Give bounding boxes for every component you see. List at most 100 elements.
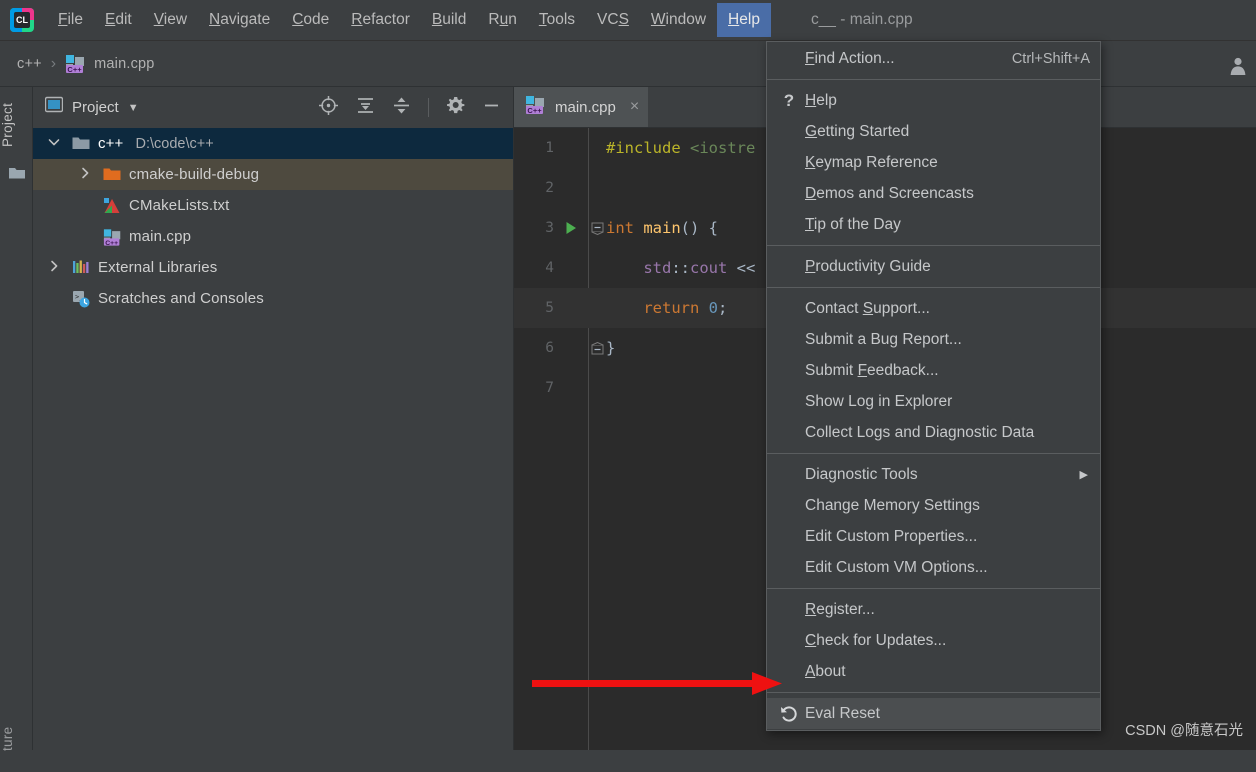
- code-token: }: [606, 339, 616, 357]
- project-view-icon: [44, 96, 64, 119]
- fold-collapse-icon[interactable]: [588, 222, 606, 235]
- menu-item-label: Change Memory Settings: [805, 496, 980, 514]
- menu-bar-item-code[interactable]: Code: [281, 3, 340, 38]
- tree-twisty-empty: [47, 290, 64, 307]
- scratches-icon: >_: [72, 290, 90, 308]
- tree-node-label: External Libraries: [98, 259, 218, 276]
- menu-bar-item-window[interactable]: Window: [640, 3, 717, 38]
- code-text: return 0;: [606, 299, 727, 317]
- menu-item-keymap-reference[interactable]: Keymap Reference: [767, 147, 1100, 178]
- menu-separator: [767, 453, 1100, 454]
- menu-item-label: Show Log in Explorer: [805, 392, 953, 410]
- code-token: 0: [708, 299, 718, 317]
- menu-item-label: Eval Reset: [805, 704, 880, 722]
- menu-bar-item-help[interactable]: Help: [717, 2, 771, 38]
- menu-item-change-memory-settings[interactable]: Change Memory Settings: [767, 490, 1100, 521]
- menu-item-getting-started[interactable]: Getting Started: [767, 116, 1100, 147]
- code-text: }: [606, 339, 615, 357]
- tool-window-button-project[interactable]: Project: [0, 95, 33, 155]
- tree-row[interactable]: c++ D:\code\c++: [33, 128, 513, 159]
- breadcrumb-separator-icon: ›: [50, 54, 57, 72]
- code-token: #include: [606, 139, 690, 157]
- menu-item-label: Getting Started: [805, 122, 910, 140]
- menu-item-submit-feedback[interactable]: Submit Feedback...: [767, 355, 1100, 386]
- menu-item-contact-support[interactable]: Contact Support...: [767, 293, 1100, 324]
- code-token: <iostre: [690, 139, 756, 157]
- line-number: 7: [545, 380, 554, 396]
- run-icon[interactable]: [554, 220, 588, 236]
- close-icon[interactable]: ×: [630, 98, 639, 116]
- toolbar-divider: [428, 98, 429, 117]
- menu-item-productivity-guide[interactable]: Productivity Guide: [767, 251, 1100, 282]
- project-panel-toolbar: [318, 95, 513, 121]
- menu-item-label: Register...: [805, 600, 875, 618]
- code-text: int main() {: [606, 219, 718, 237]
- editor-tab-label: main.cpp: [555, 98, 616, 116]
- tree-node-label: CMakeLists.txt: [129, 197, 230, 214]
- code-token: ::: [671, 259, 690, 277]
- menu-item-register[interactable]: Register...: [767, 594, 1100, 625]
- tool-window-button-structure[interactable]: ture: [0, 706, 33, 772]
- collapse-all-icon[interactable]: [392, 96, 411, 120]
- menu-bar-item-build[interactable]: Build: [421, 3, 477, 38]
- folder-icon[interactable]: [8, 165, 26, 185]
- project-panel-title: Project: [72, 99, 119, 116]
- menu-bar-item-file[interactable]: File: [47, 3, 94, 38]
- menu-bar-item-refactor[interactable]: Refactor: [340, 3, 421, 38]
- question-icon: ?: [783, 90, 795, 110]
- tree-node-path: D:\code\c++: [135, 135, 214, 152]
- menu-bar-item-navigate[interactable]: Navigate: [198, 3, 281, 38]
- user-avatar-icon[interactable]: [1228, 55, 1248, 80]
- tree-row[interactable]: C++ main.cpp: [33, 221, 513, 252]
- menu-item-check-for-updates[interactable]: Check for Updates...: [767, 625, 1100, 656]
- locate-icon[interactable]: [318, 95, 339, 121]
- chevron-down-icon[interactable]: ▼: [128, 102, 139, 114]
- menu-bar-item-tools[interactable]: Tools: [528, 3, 586, 38]
- expand-all-icon[interactable]: [356, 96, 375, 120]
- menu-bar-item-run[interactable]: Run: [477, 3, 527, 38]
- tree-twisty-empty: [78, 197, 95, 214]
- menu-item-find-action[interactable]: Find Action... Ctrl+Shift+A: [767, 43, 1100, 74]
- menu-item-edit-custom-properties[interactable]: Edit Custom Properties...: [767, 521, 1100, 552]
- tree-row[interactable]: >_ Scratches and Consoles: [33, 283, 513, 314]
- chevron-down-icon[interactable]: [47, 135, 64, 152]
- clion-logo-icon: CL: [9, 7, 35, 33]
- menu-item-submit-a-bug-report[interactable]: Submit a Bug Report...: [767, 324, 1100, 355]
- menu-item-about[interactable]: About: [767, 656, 1100, 687]
- code-text: #include <iostre: [606, 139, 755, 157]
- editor-tab-main-cpp[interactable]: C++ main.cpp ×: [514, 87, 649, 127]
- line-number: 1: [545, 140, 554, 156]
- menu-item-help[interactable]: ? Help: [767, 85, 1100, 116]
- menu-item-show-log-in-explorer[interactable]: Show Log in Explorer: [767, 386, 1100, 417]
- clion-window: CL File Edit View Navigate Code Refactor Build…: [0, 0, 1256, 751]
- tree-row[interactable]: CMakeLists.txt: [33, 190, 513, 221]
- menu-bar-item-edit[interactable]: Edit: [94, 3, 143, 38]
- gear-icon[interactable]: [446, 96, 465, 120]
- code-token: ;: [718, 299, 728, 317]
- menu-item-tip-of-the-day[interactable]: Tip of the Day: [767, 209, 1100, 240]
- menu-item-eval-reset[interactable]: Eval Reset: [767, 698, 1100, 729]
- code-token: int: [606, 219, 644, 237]
- breadcrumb-file[interactable]: main.cpp: [94, 56, 154, 72]
- code-token: return: [643, 299, 709, 317]
- menu-item-demos-and-screencasts[interactable]: Demos and Screencasts: [767, 178, 1100, 209]
- code-token: <<: [727, 259, 756, 277]
- tree-node-label: Scratches and Consoles: [98, 290, 264, 307]
- svg-text:C++: C++: [105, 239, 118, 246]
- menu-item-diagnostic-tools[interactable]: Diagnostic Tools ▶: [767, 459, 1100, 490]
- tree-row[interactable]: cmake-build-debug: [33, 159, 513, 190]
- chevron-right-icon[interactable]: [47, 259, 64, 276]
- fold-end-icon[interactable]: [588, 341, 606, 355]
- chevron-right-icon[interactable]: [78, 166, 95, 183]
- menu-item-collect-logs-and-diagnostic-data[interactable]: Collect Logs and Diagnostic Data: [767, 417, 1100, 448]
- menu-bar-item-view[interactable]: View: [143, 3, 198, 38]
- tree-row[interactable]: External Libraries: [33, 252, 513, 283]
- menu-item-label: Collect Logs and Diagnostic Data: [805, 423, 1035, 441]
- menu-item-edit-custom-vm-options[interactable]: Edit Custom VM Options...: [767, 552, 1100, 583]
- breadcrumb-root[interactable]: c++: [17, 56, 42, 72]
- menu-bar-item-vcs[interactable]: VCS: [586, 3, 640, 38]
- line-number: 6: [545, 340, 554, 356]
- minimize-icon[interactable]: [482, 96, 501, 120]
